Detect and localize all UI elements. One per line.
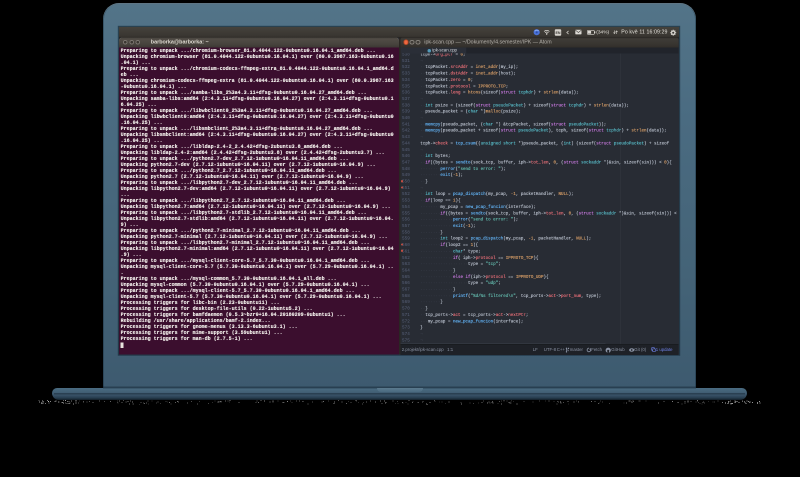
svg-text:EN: EN [555,31,560,35]
